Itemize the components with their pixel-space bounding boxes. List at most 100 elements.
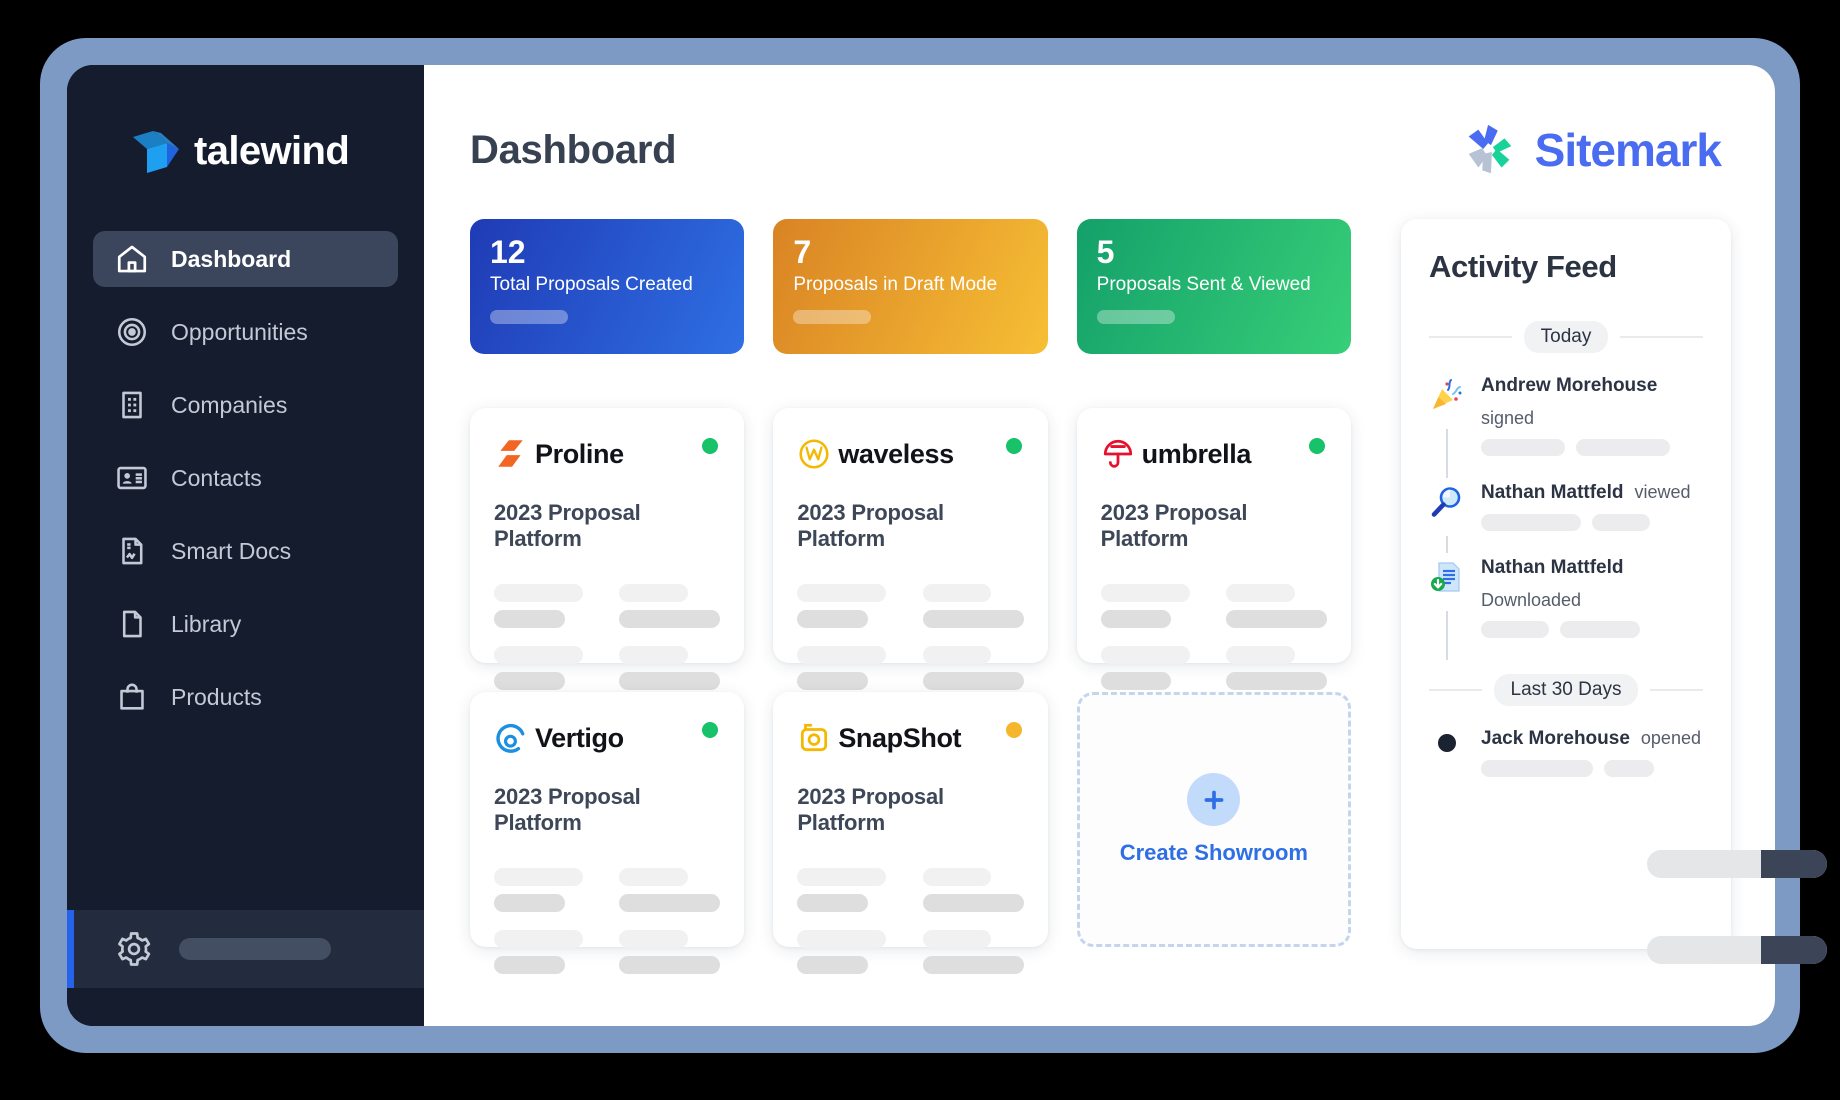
activity-action: Downloaded (1481, 590, 1582, 610)
stat-label: Total Proposals Created (490, 273, 693, 295)
app-screen: talewind Dashboard Opportunities Compani… (67, 65, 1827, 1026)
placeholder-content (797, 584, 1024, 708)
shopping-bag-icon (120, 683, 144, 710)
placeholder-content (797, 868, 1024, 992)
company-name: waveless (838, 438, 954, 469)
proposal-title: 2023 Proposal Platform (494, 784, 641, 835)
proposal-card[interactable]: Vertigo 2023 Proposal Platform (470, 692, 745, 974)
stat-value: 5 (1096, 234, 1115, 270)
activity-body: Nathan Mattfeld viewed (1481, 482, 1703, 531)
client-logo: Sitemark (1459, 119, 1722, 181)
sidebar-item-label: Smart Docs (171, 537, 292, 564)
left-column: 12 Total Proposals Created 7 Proposals i… (470, 219, 1351, 974)
placeholder-content (494, 868, 721, 992)
company-name: SnapShot (838, 722, 962, 753)
stat-label: Proposals Sent & Viewed (1096, 273, 1311, 295)
sidebar-item-products[interactable]: Products (93, 669, 398, 725)
feed-group-divider-today: Today (1429, 321, 1704, 353)
contact-card-icon (117, 466, 147, 490)
stat-value: 7 (793, 234, 812, 270)
sidebar-item-smart-docs[interactable]: Smart Docs (93, 523, 398, 579)
sidebar-item-library[interactable]: Library (93, 596, 398, 652)
activity-user-name: Andrew Morehouse (1481, 375, 1658, 396)
activity-placeholder (1481, 621, 1703, 638)
create-showroom-card[interactable]: Create Showroom (1076, 692, 1351, 947)
sidebar-settings-footer[interactable] (67, 910, 424, 988)
proposal-title: 2023 Proposal Platform (797, 500, 944, 551)
card-header: Proline (494, 434, 720, 474)
activity-action: signed (1481, 408, 1535, 428)
activity-feed-panel: Activity Feed Today Andrew Morehouse sig… (1401, 219, 1731, 949)
proposal-title: 2023 Proposal Platform (494, 500, 641, 551)
sidebar-item-label: Products (171, 683, 262, 710)
activity-placeholder (1481, 439, 1703, 456)
stat-progress-bar (1096, 309, 1175, 324)
sitemark-pinwheel-icon (1468, 124, 1511, 174)
activity-user-name: Jack Morehouse (1481, 728, 1630, 749)
company-logo: Vertigo (494, 721, 624, 755)
activity-item[interactable]: Jack Morehouse opened (1429, 728, 1703, 803)
edge-placeholder-pill (1647, 936, 1827, 964)
proposal-title: 2023 Proposal Platform (797, 784, 944, 835)
sidebar: talewind Dashboard Opportunities Compani… (67, 65, 424, 1026)
proposal-card[interactable]: waveless 2023 Proposal Platform (773, 408, 1048, 690)
company-logo: waveless (797, 437, 954, 471)
proposal-card[interactable]: umbrella 2023 Proposal Platform (1076, 408, 1351, 690)
sidebar-item-opportunities[interactable]: Opportunities (93, 304, 398, 360)
create-showroom-label: Create Showroom (1119, 840, 1308, 865)
magnifier-icon (1431, 487, 1461, 517)
party-popper-icon (1433, 379, 1462, 409)
proposal-card[interactable]: SnapShot 2023 Proposal Platform (773, 692, 1048, 974)
sidebar-item-dashboard[interactable]: Dashboard (93, 231, 398, 287)
company-logo: umbrella (1101, 437, 1251, 471)
document-download-icon (1431, 562, 1460, 592)
divider-line (1429, 336, 1512, 338)
status-badge (1005, 722, 1022, 738)
stat-value: 12 (490, 234, 526, 270)
gear-icon (118, 932, 151, 966)
timeline-rail (1446, 536, 1448, 553)
target-icon (117, 317, 147, 347)
proposal-title: 2023 Proposal Platform (1100, 500, 1248, 551)
activity-placeholder (1481, 514, 1703, 531)
proposal-card[interactable]: Proline 2023 Proposal Platform (470, 408, 745, 690)
company-logo: SnapShot (797, 721, 962, 755)
activity-item[interactable]: Nathan Mattfeld viewed (1429, 482, 1703, 557)
file-icon (122, 610, 142, 638)
feed-group-divider-last-30-days: Last 30 Days (1429, 674, 1703, 706)
activity-item[interactable]: Andrew Morehouse signed (1429, 375, 1703, 482)
stat-cards: 12 Total Proposals Created 7 Proposals i… (470, 219, 1351, 354)
dot-marker-icon (1438, 734, 1456, 752)
edge-placeholder-pill (1647, 850, 1827, 878)
activity-item[interactable]: Nathan Mattfeld Downloaded (1429, 557, 1703, 664)
activity-user-name: Nathan Mattfeld (1481, 482, 1624, 503)
plus-icon (1204, 790, 1224, 809)
top-bar: Dashboard Sitemark (470, 119, 1731, 181)
sidebar-item-label: Companies (171, 391, 288, 418)
divider-line (1620, 336, 1704, 338)
stat-card-sent-viewed[interactable]: 5 Proposals Sent & Viewed (1076, 219, 1351, 354)
feed-group-label: Today (1523, 321, 1609, 353)
sidebar-item-label: Opportunities (171, 318, 308, 345)
card-header: SnapShot (797, 718, 1023, 758)
sidebar-item-companies[interactable]: Companies (93, 377, 398, 433)
activity-placeholder (1481, 760, 1703, 777)
activity-body: Andrew Morehouse signed (1481, 375, 1703, 456)
sidebar-item-contacts[interactable]: Contacts (93, 450, 398, 506)
client-name: Sitemark (1534, 124, 1722, 176)
page-title: Dashboard (470, 127, 677, 172)
placeholder-content (494, 584, 721, 708)
card-header: umbrella (1101, 434, 1327, 474)
proposal-cards: Proline 2023 Proposal Platform waveless … (470, 408, 1351, 974)
company-logo: Proline (494, 437, 624, 471)
divider-line (1429, 689, 1482, 691)
sidebar-item-label: Dashboard (171, 245, 292, 272)
stat-card-draft-proposals[interactable]: 7 Proposals in Draft Mode (773, 219, 1048, 354)
stat-card-total-proposals[interactable]: 12 Total Proposals Created (470, 219, 745, 354)
activity-action: opened (1640, 728, 1701, 748)
proline-bolt-icon (498, 440, 523, 467)
plus-icon-circle (1187, 773, 1241, 826)
content-area: 12 Total Proposals Created 7 Proposals i… (470, 219, 1731, 974)
snapshot-camera-icon (801, 723, 828, 752)
sidebar-item-label: Contacts (171, 464, 262, 491)
